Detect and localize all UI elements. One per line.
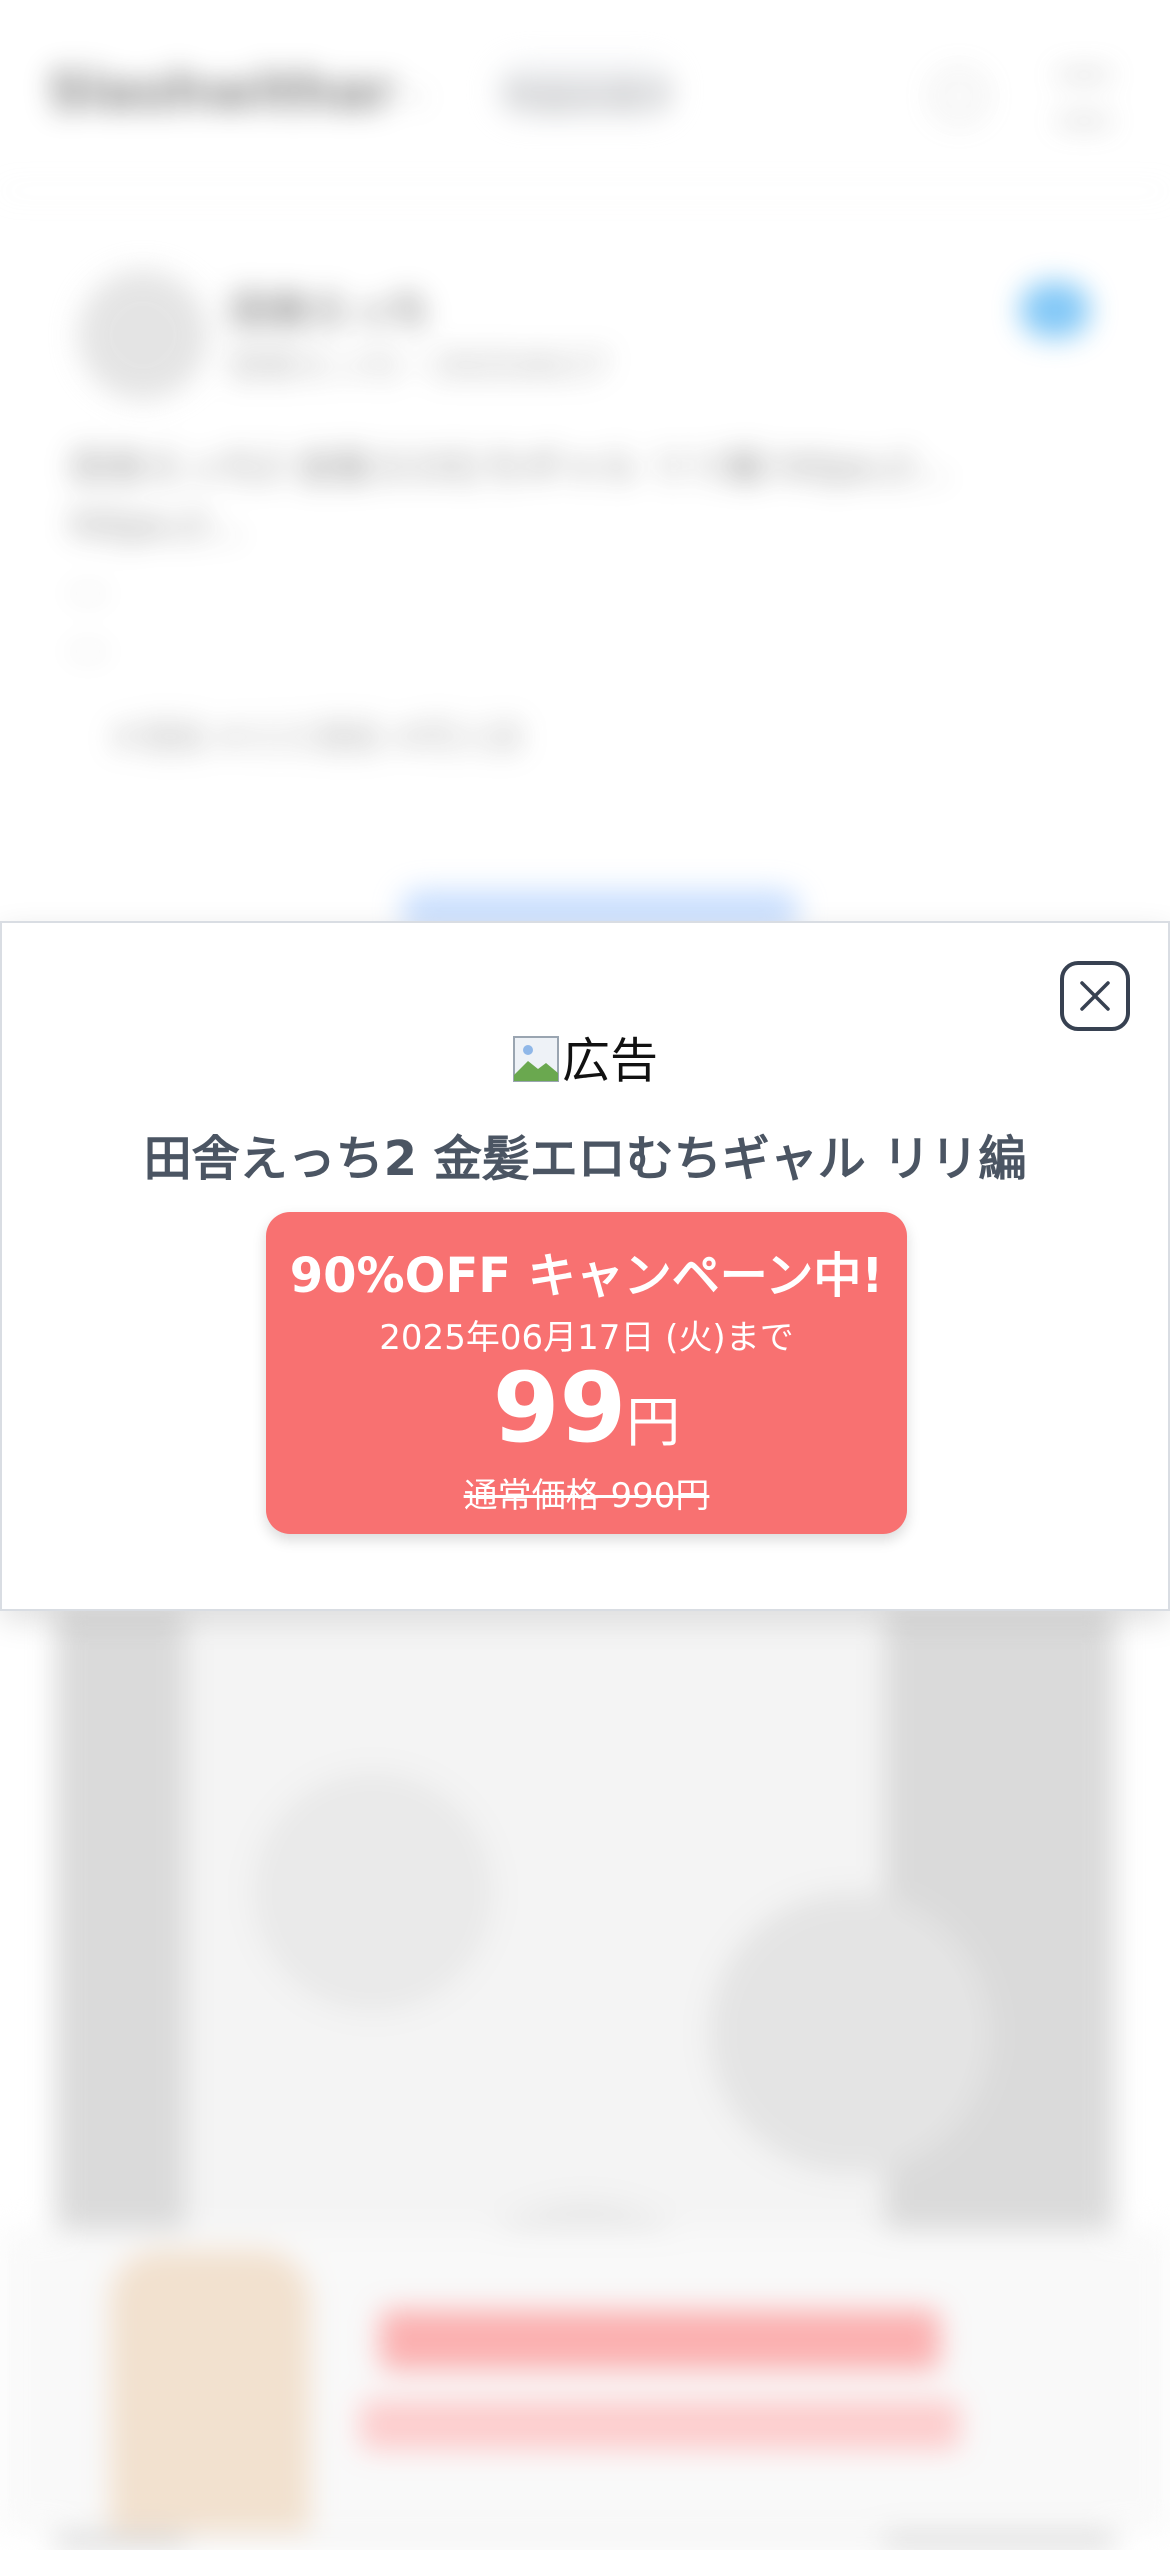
ad-modal: 広告 田舎えっち2 金髪エロむちギャル リリ編 90%OFF キャンペーン中! … [0, 921, 1170, 1611]
post-tags: #漫画 #エロ漫画 #同人誌 [110, 718, 524, 758]
close-icon [1080, 981, 1110, 1011]
banner-red-text-2 [360, 2400, 960, 2450]
post-line: 田舎えっち2 金髪エロむちギャル リリ編 https://... [70, 445, 949, 489]
product-title[interactable]: 田舎えっち2 金髪エロむちギャル リリ編 [2, 1119, 1168, 1189]
twitter-icon [1020, 282, 1090, 338]
post-meta: 田舎えっち・2025/6/17 [230, 346, 609, 386]
ad-image[interactable]: 広告 [2, 1021, 1168, 1091]
post-line: ... [70, 561, 107, 605]
author-name: 田舎えっち [230, 288, 430, 334]
price-currency: 円 [626, 1391, 681, 1454]
post-body: 田舎えっち2 金髪エロむちギャル リリ編 https://... https:/… [70, 438, 1100, 670]
ad-label: 広告 [561, 1033, 658, 1089]
post-line: https://... [70, 503, 243, 547]
site-header: Slashwithar ⌄ 作品を探す [0, 0, 1170, 192]
promo-box[interactable]: 90%OFF キャンペーン中! 2025年06月17日 (火)まで 99円 通常… [266, 1212, 907, 1534]
promo-price: 99円 [266, 1352, 907, 1479]
broken-image-icon [512, 1036, 559, 1082]
search-text: 作品を探す [505, 78, 675, 118]
avatar [78, 270, 208, 400]
search-icon [935, 72, 983, 120]
price-value: 99 [492, 1352, 627, 1464]
site-logo: Slashwithar [48, 62, 395, 122]
post-line: ... [70, 619, 107, 663]
menu-icon [1058, 72, 1110, 124]
chevron-down-icon: ⌄ [400, 70, 431, 111]
regular-price: 通常価格 990円 [463, 1476, 710, 1516]
banner-character-image [110, 2250, 310, 2532]
banner-red-text [380, 2310, 940, 2370]
promo-headline: 90%OFF キャンペーン中! [289, 1248, 884, 1304]
